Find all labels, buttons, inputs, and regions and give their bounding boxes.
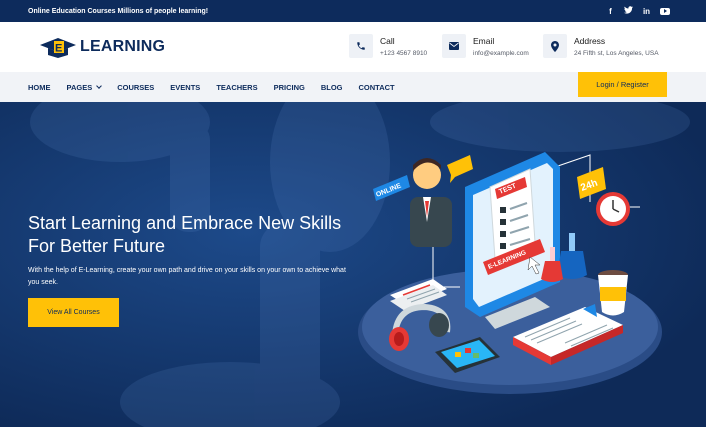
nav-item-home[interactable]: HOME (28, 83, 51, 92)
envelope-icon (442, 34, 466, 58)
contact-email-title: Email (473, 35, 495, 46)
twitter-icon[interactable] (624, 6, 633, 16)
page: Online Education Courses Millions of peo… (0, 0, 706, 427)
top-bar: Online Education Courses Millions of peo… (0, 0, 706, 22)
facebook-icon[interactable]: f (606, 7, 615, 16)
nav-item-courses[interactable]: COURSES (117, 83, 154, 92)
contact-call-value: +123 4567 8910 (380, 49, 428, 57)
nav-item-teachers[interactable]: TEACHERS (216, 83, 257, 92)
header: E LEARNING Call +123 4567 8910 Email inf… (0, 22, 706, 72)
hero-title: Start Learning and Embrace New Skills Fo… (28, 213, 342, 256)
site-logo[interactable]: E LEARNING (40, 36, 165, 58)
hero-description: With the help of E-Learning, create your… (28, 267, 346, 286)
contact-address[interactable]: Address 24 Fifth st, Los Angeles, USA (543, 34, 659, 58)
nav-item-blog[interactable]: BLOG (321, 83, 343, 92)
nav-item-events[interactable]: EVENTS (170, 83, 200, 92)
contact-email-value: info@example.com (473, 49, 529, 57)
svg-text:E: E (55, 43, 62, 55)
top-tagline: Online Education Courses Millions of peo… (28, 7, 209, 15)
youtube-icon[interactable] (660, 7, 670, 15)
graduation-cap-logo-icon: E (40, 38, 76, 58)
e-learning-illustration: TEST E-LEARNING ONLINE 24h (358, 152, 662, 394)
view-all-courses-button[interactable]: View All Courses (28, 298, 119, 327)
nav-item-pages[interactable]: PAGES (66, 82, 103, 92)
logo-text: LEARNING (80, 38, 166, 55)
linkedin-icon[interactable]: in (642, 7, 651, 16)
nav-item-pricing[interactable]: PRICING (274, 83, 305, 92)
chevron-down-icon (96, 82, 103, 89)
nav-item-pages-label: PAGES (66, 82, 93, 92)
map-pin-icon (543, 34, 567, 58)
login-register-button[interactable]: Login / Register (578, 72, 667, 97)
hero-section: Start Learning and Embrace New Skills Fo… (0, 102, 706, 427)
contact-email[interactable]: Email info@example.com (442, 34, 529, 58)
contact-address-value: 24 Fifth st, Los Angeles, USA (574, 49, 659, 57)
contact-call[interactable]: Call +123 4567 8910 (349, 34, 427, 58)
contact-address-title: Address (574, 35, 606, 46)
phone-icon (349, 34, 373, 58)
nav-item-contact[interactable]: CONTACT (359, 83, 395, 92)
social-links: f in (606, 6, 670, 16)
contact-call-title: Call (380, 35, 395, 46)
